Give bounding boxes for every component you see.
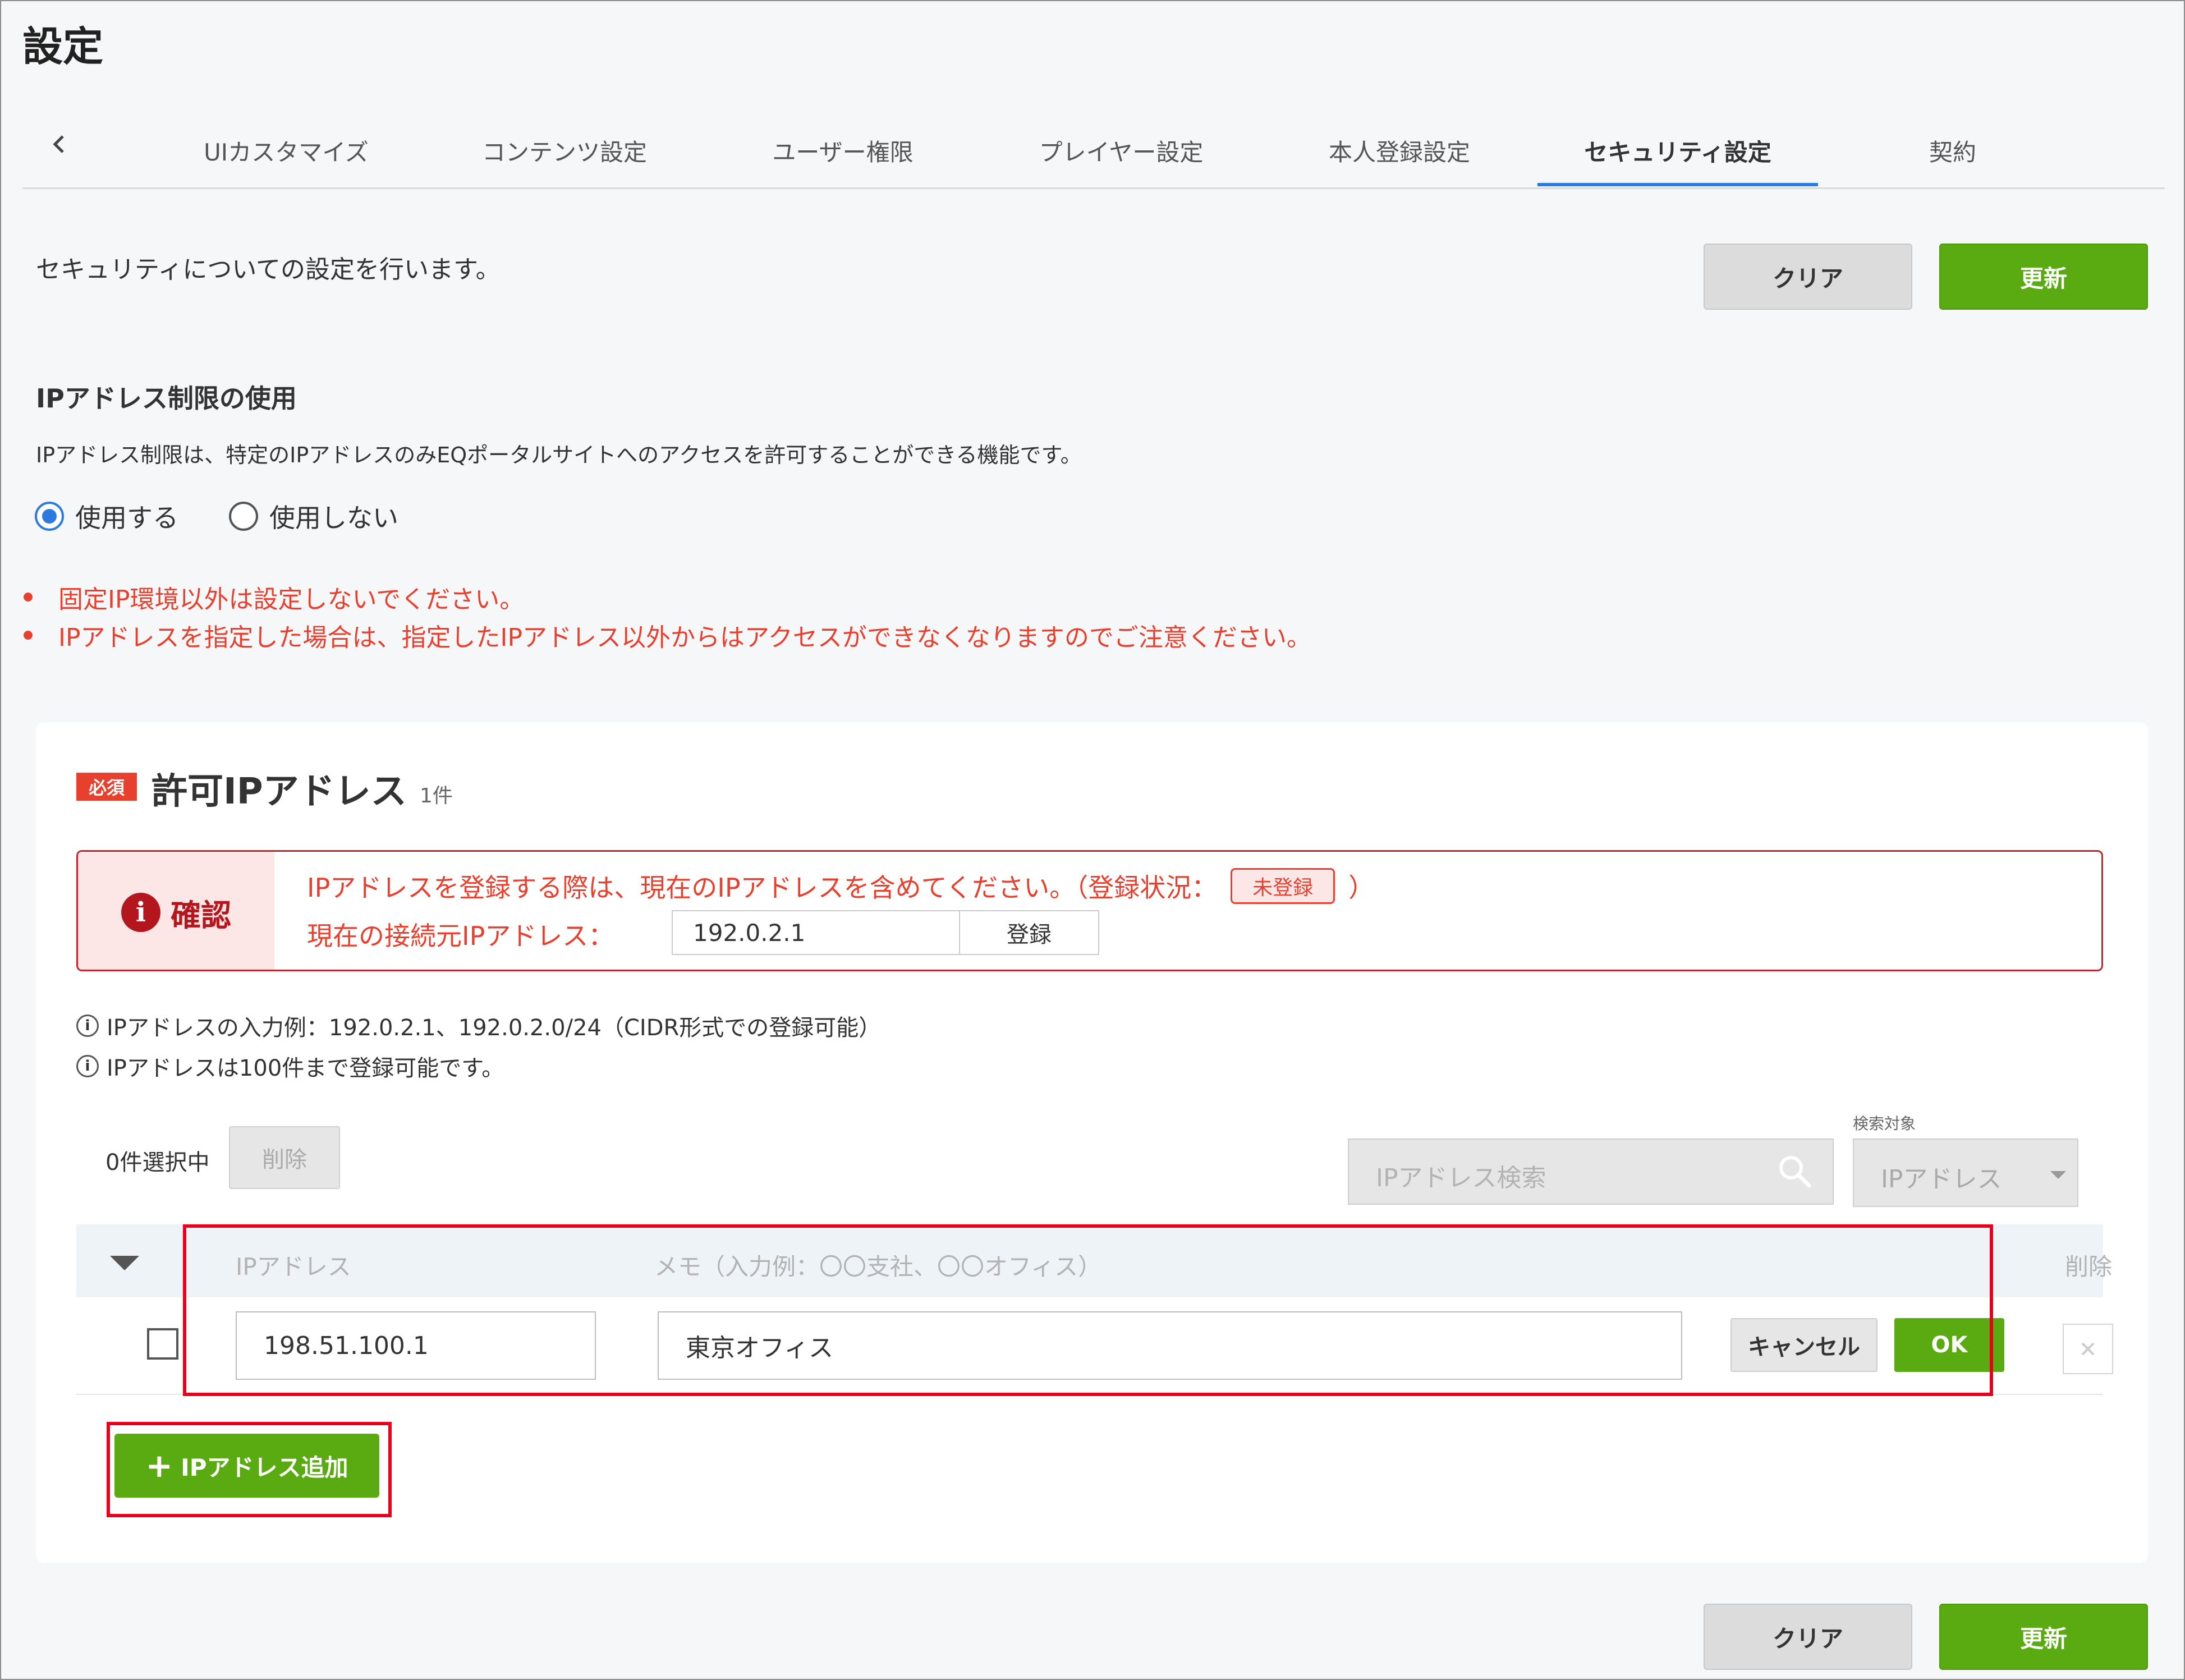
info-icon: i	[76, 1015, 99, 1037]
bullet-icon	[24, 593, 33, 602]
info-text: IPアドレスは100件まで登録可能です。	[107, 1055, 504, 1081]
ip-restriction-radio-group: 使用する 使用しない	[35, 498, 449, 535]
search-target-select[interactable]: IPアドレス	[1853, 1139, 2078, 1207]
info-line: i IPアドレスの入力例：192.0.2.1、192.0.2.0/24（CIDR…	[76, 1009, 881, 1042]
tab-player-settings[interactable]: プレイヤー設定	[1039, 134, 1204, 168]
row-checkbox[interactable]	[147, 1328, 178, 1360]
confirm-message-end: ）	[1348, 873, 1375, 903]
radio-not-use[interactable]	[229, 502, 258, 531]
highlight-box-add-button	[107, 1422, 392, 1517]
current-ip-label: 現在の接続元IPアドレス：	[307, 921, 614, 951]
warning-text: IPアドレスを指定した場合は、指定したIPアドレス以外からはアクセスができなくな…	[58, 623, 1311, 652]
settings-window: 設定 UIカスタマイズ コンテンツ設定 ユーザー権限 プレイヤー設定 本人登録設…	[0, 0, 2185, 1680]
clear-button[interactable]: クリア	[1704, 244, 1912, 310]
required-badge: 必須	[76, 773, 137, 801]
active-tab-indicator	[1537, 183, 1818, 186]
info-line: i IPアドレスは100件まで登録可能です。	[76, 1050, 504, 1082]
confirm-box: i 確認 IPアドレスを登録する際は、現在のIPアドレスを含めてください。（登録…	[76, 850, 2103, 971]
confirm-header: i 確認	[78, 852, 274, 970]
search-icon[interactable]	[1775, 1152, 1815, 1191]
confirm-label: 確認	[171, 897, 231, 933]
tab-security-settings[interactable]: セキュリティ設定	[1584, 134, 1771, 168]
page-title: 設定	[22, 23, 104, 70]
register-current-ip-button[interactable]: 登録	[959, 910, 1099, 955]
selection-count: 0件選択中	[105, 1150, 210, 1176]
warning-item: 固定IP環境以外は設定しないでください。	[24, 579, 524, 615]
caret-down-icon	[2050, 1171, 2066, 1179]
ip-search-input[interactable]: IPアドレス検索	[1348, 1139, 1834, 1205]
tab-ui-customize[interactable]: UIカスタマイズ	[204, 134, 369, 168]
info-text: IPアドレスの入力例：192.0.2.1、192.0.2.0/24（CIDR形式…	[107, 1015, 882, 1041]
ip-restriction-description: IPアドレス制限は、特定のIPアドレスのみEQポータルサイトへのアクセスを許可す…	[36, 443, 1082, 467]
search-placeholder: IPアドレス検索	[1376, 1164, 1546, 1192]
warning-text: 固定IP環境以外は設定しないでください。	[58, 585, 525, 614]
warning-item: IPアドレスを指定した場合は、指定したIPアドレス以外からはアクセスができなくな…	[24, 617, 1311, 653]
footer-update-button[interactable]: 更新	[1939, 1604, 2148, 1670]
radio-not-use-label[interactable]: 使用しない	[269, 498, 398, 535]
tab-identity-registration[interactable]: 本人登録設定	[1329, 134, 1470, 168]
ip-restriction-title: IPアドレス制限の使用	[36, 383, 297, 414]
allowed-ip-count: 1件	[420, 784, 453, 807]
caret-down-icon[interactable]	[110, 1256, 139, 1270]
bullet-icon	[24, 631, 33, 640]
page-description: セキュリティについての設定を行います。	[36, 255, 501, 284]
current-ip-field: 192.0.2.1	[672, 910, 959, 955]
confirm-message: IPアドレスを登録する際は、現在のIPアドレスを含めてください。（登録状況： 未…	[307, 867, 1374, 905]
confirm-message-text: IPアドレスを登録する際は、現在のIPアドレスを含めてください。（登録状況：	[307, 873, 1218, 903]
tab-bar: UIカスタマイズ コンテンツ設定 ユーザー権限 プレイヤー設定 本人登録設定 セ…	[22, 113, 2165, 189]
bulk-delete-button[interactable]: 削除	[229, 1126, 340, 1189]
allowed-ip-title: 許可IPアドレス	[152, 771, 407, 813]
tab-user-permissions[interactable]: ユーザー権限	[772, 134, 913, 168]
search-target-value: IPアドレス	[1881, 1165, 2002, 1194]
search-target-label: 検索対象	[1853, 1114, 1916, 1133]
info-filled-icon: i	[121, 893, 160, 932]
tab-contract[interactable]: 契約	[1929, 134, 1976, 168]
tab-content-settings[interactable]: コンテンツ設定	[482, 134, 647, 168]
radio-use-label[interactable]: 使用する	[75, 498, 178, 535]
footer-clear-button[interactable]: クリア	[1704, 1604, 1912, 1670]
radio-use[interactable]	[35, 502, 64, 531]
chevron-left-icon[interactable]	[51, 130, 67, 164]
update-button[interactable]: 更新	[1939, 244, 2148, 310]
close-icon[interactable]	[2063, 1324, 2113, 1374]
status-badge: 未登録	[1231, 868, 1335, 904]
highlight-box-row	[183, 1224, 1993, 1396]
info-icon: i	[76, 1055, 99, 1077]
header-delete: 削除	[2065, 1253, 2113, 1280]
